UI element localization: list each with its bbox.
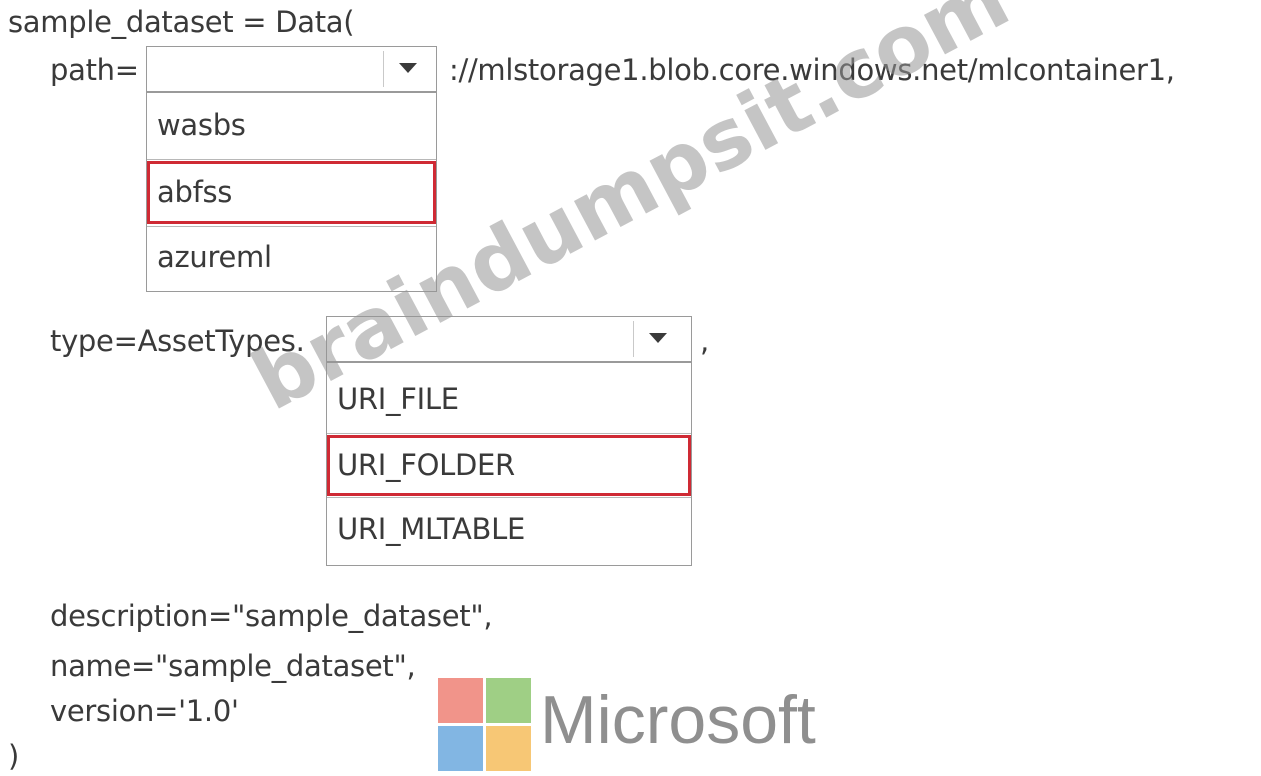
path-option-abfss[interactable]: abfss — [147, 161, 436, 224]
microsoft-logo-text: Microsoft — [540, 682, 816, 758]
type-option-uri-folder[interactable]: URI_FOLDER — [327, 435, 691, 496]
code-line-data-call: sample_dataset = Data( — [8, 5, 355, 39]
logo-square-yellow — [486, 726, 531, 771]
path-url-text: ://mlstorage1.blob.core.windows.net/mlco… — [449, 53, 1175, 87]
code-line-name: name="sample_dataset", — [50, 649, 416, 683]
code-line-version: version='1.0' — [50, 694, 239, 728]
asset-type-select[interactable] — [326, 316, 692, 362]
path-option-wasbs[interactable]: wasbs — [147, 107, 436, 147]
type-option-uri-file[interactable]: URI_FILE — [327, 381, 691, 421]
code-line-description: description="sample_dataset", — [50, 599, 493, 633]
logo-square-blue — [438, 726, 483, 771]
type-option-uri-mltable[interactable]: URI_MLTABLE — [327, 511, 691, 551]
code-line-closing: ) — [8, 739, 20, 773]
option-separator — [147, 159, 436, 160]
select-divider — [633, 321, 634, 357]
logo-square-red — [438, 678, 483, 723]
path-protocol-dropdown: wasbs abfss azureml — [146, 92, 437, 292]
option-separator — [327, 497, 691, 498]
chevron-down-icon[interactable] — [649, 333, 667, 343]
path-option-azureml[interactable]: azureml — [147, 239, 436, 279]
logo-square-green — [486, 678, 531, 723]
path-label: path= — [50, 53, 139, 87]
option-separator — [147, 226, 436, 227]
path-protocol-select[interactable] — [146, 46, 437, 92]
select-divider — [383, 51, 384, 87]
option-separator — [327, 433, 691, 434]
asset-type-dropdown: URI_FILE URI_FOLDER URI_MLTABLE — [326, 362, 692, 566]
type-trailing-comma: , — [700, 324, 709, 358]
chevron-down-icon[interactable] — [399, 63, 417, 73]
type-label: type=AssetTypes. — [50, 324, 305, 358]
